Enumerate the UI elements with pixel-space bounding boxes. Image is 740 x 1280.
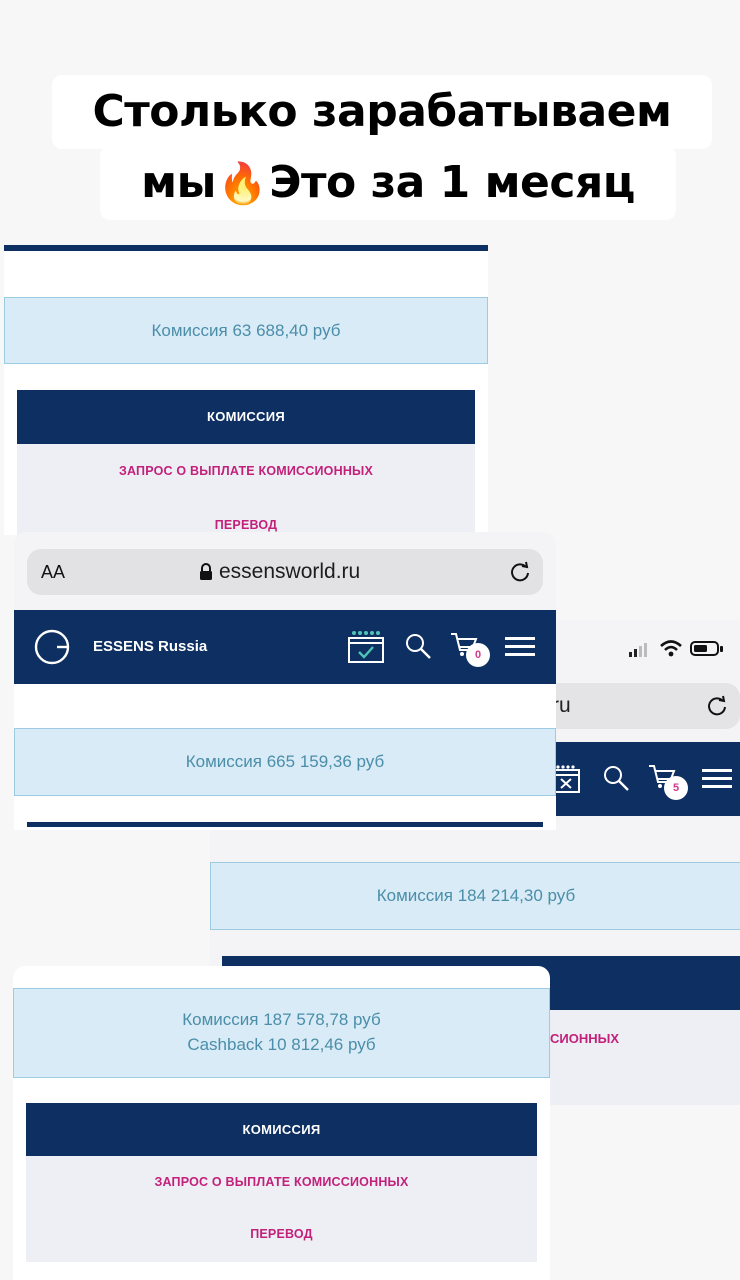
- menu-title[interactable]: КОМИССИЯ: [26, 1103, 537, 1156]
- text-size-button[interactable]: AA: [41, 562, 65, 583]
- menu-body: ЗАПРОС О ВЫПЛАТЕ КОМИССИОННЫХ ПЕРЕВОД: [17, 444, 475, 535]
- commission-box: Комиссия 63 688,40 руб: [4, 297, 488, 364]
- menu-body: ЗАПРОС О ВЫПЛАТЕ КОМИССИОННЫХ ПЕРЕВОД: [26, 1156, 537, 1262]
- menu-transfer-link[interactable]: ПЕРЕВОД: [17, 518, 475, 532]
- commission-text: Комиссия 184 214,30 руб: [376, 886, 576, 905]
- cart-count-badge: 5: [664, 776, 688, 800]
- reload-icon[interactable]: [706, 695, 728, 717]
- search-icon[interactable]: [404, 632, 432, 660]
- calendar-check-icon[interactable]: [348, 630, 386, 664]
- fire-emoji-icon: 🔥: [217, 161, 268, 207]
- bottom-navy-stripe: [27, 822, 543, 827]
- brand-name[interactable]: ESSENS Russia: [93, 638, 207, 655]
- text-size-label: AA: [41, 562, 66, 582]
- hamburger-menu-icon[interactable]: [702, 768, 732, 790]
- screenshot-2: AA essensworld.ru ESSENS Russia 0 Комисс…: [14, 532, 556, 830]
- lock-icon: [199, 563, 213, 581]
- commission-text: Комиссия 63 688,40 руб: [151, 321, 341, 340]
- battery-icon: [690, 640, 724, 658]
- calendar-x-icon[interactable]: [552, 764, 580, 794]
- wifi-icon: [660, 640, 682, 658]
- screenshot-1: Комиссия 63 688,40 руб КОМИССИЯ ЗАПРОС О…: [4, 245, 488, 535]
- site-header: ESSENS Russia 0: [14, 610, 556, 684]
- url-text: essensworld.ru: [219, 560, 361, 583]
- top-navy-stripe: [4, 245, 488, 251]
- caption-line-2: мы🔥Это за 1 месяц: [100, 146, 676, 220]
- menu-title[interactable]: КОМИССИЯ: [17, 390, 475, 444]
- menu-request-link[interactable]: СИОННЫХ: [550, 1031, 619, 1046]
- site-header: 5: [540, 742, 740, 816]
- caption-line-2-start: мы: [141, 157, 216, 208]
- hamburger-menu-icon[interactable]: [505, 636, 535, 658]
- reload-icon[interactable]: [509, 561, 531, 583]
- menu-transfer-link[interactable]: ПЕРЕВОД: [26, 1227, 537, 1241]
- search-icon[interactable]: [602, 764, 630, 792]
- menu-request-link[interactable]: ЗАПРОС О ВЫПЛАТЕ КОМИССИОННЫХ: [17, 464, 475, 478]
- cart-count-badge: 0: [466, 643, 490, 667]
- essens-logo-icon[interactable]: [33, 628, 71, 666]
- commission-box: Комиссия 184 214,30 руб: [210, 862, 740, 930]
- menu-request-link[interactable]: ЗАПРОС О ВЫПЛАТЕ КОМИССИОННЫХ: [26, 1175, 537, 1189]
- caption-line-2-end: Это за 1 месяц: [269, 157, 635, 208]
- commission-text: Комиссия 665 159,36 руб: [185, 752, 385, 771]
- screenshot-4: Комиссия 187 578,78 руб Cashback 10 812,…: [13, 966, 550, 1280]
- commission-box: Комиссия 665 159,36 руб: [14, 728, 556, 796]
- caption-line-1: Столько зарабатываем: [52, 75, 712, 149]
- url-bar[interactable]: AA essensworld.ru: [27, 549, 543, 595]
- cashback-text: Cashback 10 812,46 руб: [187, 1035, 376, 1054]
- commission-box: Комиссия 187 578,78 руб Cashback 10 812,…: [13, 988, 550, 1078]
- commission-text: Комиссия 187 578,78 руб: [182, 1010, 381, 1029]
- signal-icon: [628, 642, 652, 658]
